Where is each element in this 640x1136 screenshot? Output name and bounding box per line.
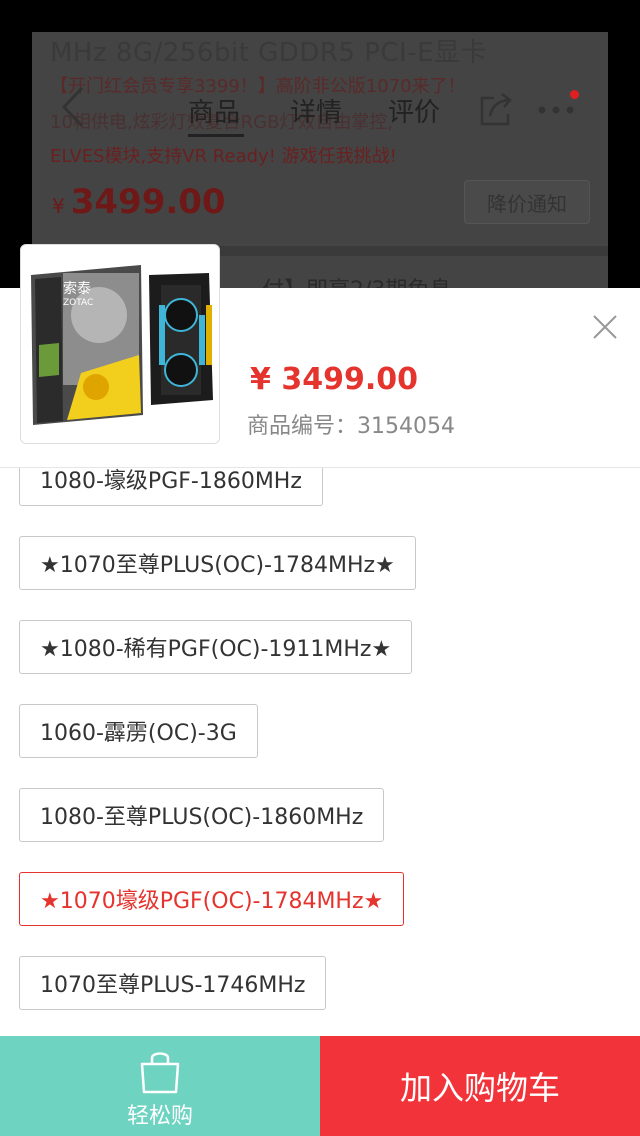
price-drop-notify-button: 降价通知 (464, 180, 590, 224)
close-icon[interactable] (590, 312, 620, 342)
sku-price: ¥ 3499.00 (250, 362, 418, 397)
sku-option[interactable]: 1070至尊PLUS-1746MHz (19, 956, 327, 1010)
background-price: ¥3499.00 (52, 182, 226, 222)
sku-option[interactable]: ★1080-稀有PGF(OC)-1911MHz★ (19, 620, 413, 674)
back-arrow-icon[interactable] (54, 84, 94, 130)
bottom-action-bar: 轻松购 加入购物车 (0, 1036, 640, 1136)
sku-option-selected[interactable]: ★1070壕级PGF(OC)-1784MHz★ (19, 872, 405, 926)
sku-option[interactable]: 1080-壕级PGF-1860MHz (19, 468, 323, 506)
sku-option-list[interactable]: 1080-壕级PGF-1860MHz ★1070至尊PLUS(OC)-1784M… (0, 468, 640, 1036)
active-tab-underline (188, 134, 244, 137)
product-thumbnail: 索泰 ZOTAC (20, 244, 220, 444)
shopping-bag-icon (140, 1052, 180, 1094)
easy-buy-button[interactable]: 轻松购 (0, 1036, 320, 1136)
tab-reviews[interactable]: 评价 (388, 92, 440, 129)
sku-number: 商品编号：3154054 (247, 414, 455, 439)
easy-buy-label: 轻松购 (126, 1104, 193, 1129)
tab-details[interactable]: 详情 (290, 92, 342, 129)
sku-option[interactable]: ★1070至尊PLUS(OC)-1784MHz★ (19, 536, 416, 590)
share-icon[interactable] (478, 90, 516, 128)
add-to-cart-button[interactable]: 加入购物车 (320, 1036, 640, 1136)
background-product-title: MHz 8G/256bit GDDR5 PCI-E显卡 (50, 38, 488, 68)
svg-text:索泰: 索泰 (63, 280, 91, 297)
svg-text:ZOTAC: ZOTAC (63, 298, 93, 308)
top-nav: 商品 详情 评价 (0, 70, 640, 146)
sku-option[interactable]: 1060-霹雳(OC)-3G (19, 704, 258, 758)
background-price-value: 3499.00 (70, 182, 226, 222)
tab-product[interactable]: 商品 (188, 92, 240, 129)
notification-dot (570, 90, 579, 99)
background-price-currency: ¥ (52, 194, 65, 218)
sku-option[interactable]: 1080-至尊PLUS(OC)-1860MHz (19, 788, 385, 842)
